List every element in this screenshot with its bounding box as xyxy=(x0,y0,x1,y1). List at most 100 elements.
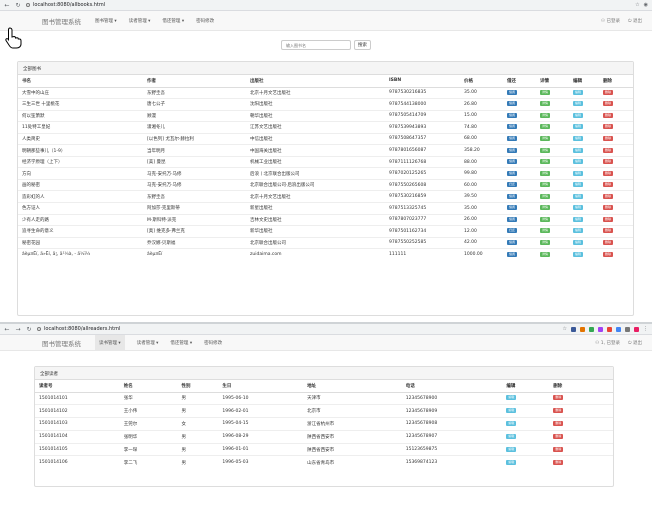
delete-button[interactable]: 删除 xyxy=(553,459,564,465)
borrow-button[interactable]: 借阅 xyxy=(507,216,518,222)
delete-button[interactable]: 删除 xyxy=(603,124,614,130)
delete-button[interactable]: 删除 xyxy=(603,112,614,118)
edit-button[interactable]: 编辑 xyxy=(506,420,517,426)
edit-button[interactable]: 编辑 xyxy=(573,216,584,222)
menu-password[interactable]: 密码修改 xyxy=(204,340,222,346)
edit-button[interactable]: 编辑 xyxy=(573,135,584,141)
delete-button[interactable]: 删除 xyxy=(603,147,614,153)
detail-button[interactable]: 详情 xyxy=(540,205,551,211)
delete-button[interactable]: 删除 xyxy=(603,216,614,222)
extension-icon[interactable] xyxy=(571,326,576,332)
edit-button[interactable]: 编辑 xyxy=(573,112,584,118)
borrow-button[interactable]: 借阅 xyxy=(507,170,518,176)
delete-button[interactable]: 删除 xyxy=(603,89,614,95)
edit-button[interactable]: 编辑 xyxy=(573,124,584,130)
extension-icon[interactable] xyxy=(625,326,630,332)
delete-button[interactable]: 删除 xyxy=(603,205,614,211)
address-bar[interactable]: localhost:8080/allreaders.html xyxy=(37,326,558,332)
borrow-button[interactable]: 借阅 xyxy=(507,193,518,199)
detail-button[interactable]: 详情 xyxy=(540,135,551,141)
delete-button[interactable]: 删除 xyxy=(603,239,614,245)
detail-button[interactable]: 详情 xyxy=(540,112,551,118)
address-bar[interactable]: localhost:8080/allbooks.html xyxy=(26,2,630,8)
edit-button[interactable]: 编辑 xyxy=(506,395,517,401)
borrow-button[interactable]: 借阅 xyxy=(507,159,518,165)
detail-button[interactable]: 详情 xyxy=(540,147,551,153)
menu-book-manage[interactable]: 图书管理 ▾ xyxy=(95,18,117,24)
edit-button[interactable]: 编辑 xyxy=(506,433,517,439)
delete-button[interactable]: 删除 xyxy=(553,420,564,426)
delete-button[interactable]: 删除 xyxy=(603,170,614,176)
borrow-button[interactable]: 归还 xyxy=(507,228,518,234)
detail-button[interactable]: 详情 xyxy=(540,101,551,107)
delete-button[interactable]: 删除 xyxy=(603,101,614,107)
delete-button[interactable]: 删除 xyxy=(603,193,614,199)
edit-button[interactable]: 编辑 xyxy=(573,147,584,153)
logged-in-link[interactable]: ⚇ 已登录 xyxy=(601,18,620,24)
edit-button[interactable]: 编辑 xyxy=(506,459,517,465)
edit-button[interactable]: 编辑 xyxy=(573,101,584,107)
detail-button[interactable]: 详情 xyxy=(540,228,551,234)
delete-button[interactable]: 删除 xyxy=(603,135,614,141)
menu-icon[interactable]: ⋮ xyxy=(643,326,648,332)
back-icon[interactable]: ← xyxy=(4,326,10,333)
borrow-button[interactable]: 借阅 xyxy=(507,147,518,153)
extension-icon[interactable] xyxy=(616,326,621,332)
detail-button[interactable]: 详情 xyxy=(540,251,551,257)
edit-button[interactable]: 编辑 xyxy=(573,239,584,245)
star-icon[interactable]: ☆ xyxy=(563,326,567,332)
avatar[interactable] xyxy=(634,326,639,332)
borrow-button[interactable]: 归还 xyxy=(507,182,518,188)
edit-button[interactable]: 编辑 xyxy=(573,228,584,234)
extension-icon[interactable] xyxy=(580,326,585,332)
edit-button[interactable]: 编辑 xyxy=(573,193,584,199)
delete-button[interactable]: 删除 xyxy=(553,446,564,452)
delete-button[interactable]: 删除 xyxy=(603,251,614,257)
borrow-button[interactable]: 借阅 xyxy=(507,112,518,118)
delete-button[interactable]: 删除 xyxy=(553,395,564,401)
detail-button[interactable]: 详情 xyxy=(540,216,551,222)
edit-button[interactable]: 编辑 xyxy=(506,446,517,452)
delete-button[interactable]: 删除 xyxy=(603,182,614,188)
extension-icon[interactable] xyxy=(607,326,612,332)
menu-book-manage[interactable]: 读书管理 ▾ xyxy=(95,334,125,351)
detail-button[interactable]: 详情 xyxy=(540,193,551,199)
edit-button[interactable]: 编辑 xyxy=(506,408,517,414)
detail-button[interactable]: 详情 xyxy=(540,182,551,188)
extension-icon[interactable] xyxy=(598,326,603,332)
edit-button[interactable]: 编辑 xyxy=(573,205,584,211)
delete-button[interactable]: 删除 xyxy=(553,433,564,439)
menu-borrow-manage[interactable]: 借还管理 ▾ xyxy=(162,18,184,24)
back-icon[interactable]: ← xyxy=(4,2,10,9)
edit-button[interactable]: 编辑 xyxy=(573,159,584,165)
borrow-button[interactable]: 借阅 xyxy=(507,239,518,245)
detail-button[interactable]: 详情 xyxy=(540,170,551,176)
logout-link[interactable]: ⏻ 退出 xyxy=(628,18,642,24)
search-button[interactable]: 搜索 xyxy=(354,40,371,50)
borrow-button[interactable]: 借阅 xyxy=(507,89,518,95)
extension-icon[interactable] xyxy=(589,326,594,332)
delete-button[interactable]: 删除 xyxy=(553,408,564,414)
borrow-button[interactable]: 借阅 xyxy=(507,124,518,130)
account-icon[interactable]: ◉ xyxy=(644,2,648,8)
borrow-button[interactable]: 借阅 xyxy=(507,205,518,211)
reload-icon[interactable]: ↻ xyxy=(26,326,32,333)
star-icon[interactable]: ☆ xyxy=(635,2,639,8)
detail-button[interactable]: 详情 xyxy=(540,124,551,130)
search-input[interactable] xyxy=(281,40,351,50)
menu-password[interactable]: 密码修改 xyxy=(196,18,214,24)
detail-button[interactable]: 详情 xyxy=(540,239,551,245)
edit-button[interactable]: 编辑 xyxy=(573,170,584,176)
reload-icon[interactable]: ↻ xyxy=(15,2,21,9)
brand[interactable]: 图书管理系统 xyxy=(42,16,81,26)
menu-reader-manage[interactable]: 读者管理 ▾ xyxy=(137,340,159,346)
edit-button[interactable]: 编辑 xyxy=(573,251,584,257)
menu-reader-manage[interactable]: 读者管理 ▾ xyxy=(129,18,151,24)
logout-link[interactable]: ⏻ 退出 xyxy=(628,340,642,346)
borrow-button[interactable]: 借阅 xyxy=(507,101,518,107)
edit-button[interactable]: 编辑 xyxy=(573,182,584,188)
forward-icon[interactable]: → xyxy=(15,326,21,333)
borrow-button[interactable]: 借阅 xyxy=(507,135,518,141)
borrow-button[interactable]: 借阅 xyxy=(507,251,518,257)
logged-in-link[interactable]: ⚇ 1, 已登录 xyxy=(595,340,620,346)
